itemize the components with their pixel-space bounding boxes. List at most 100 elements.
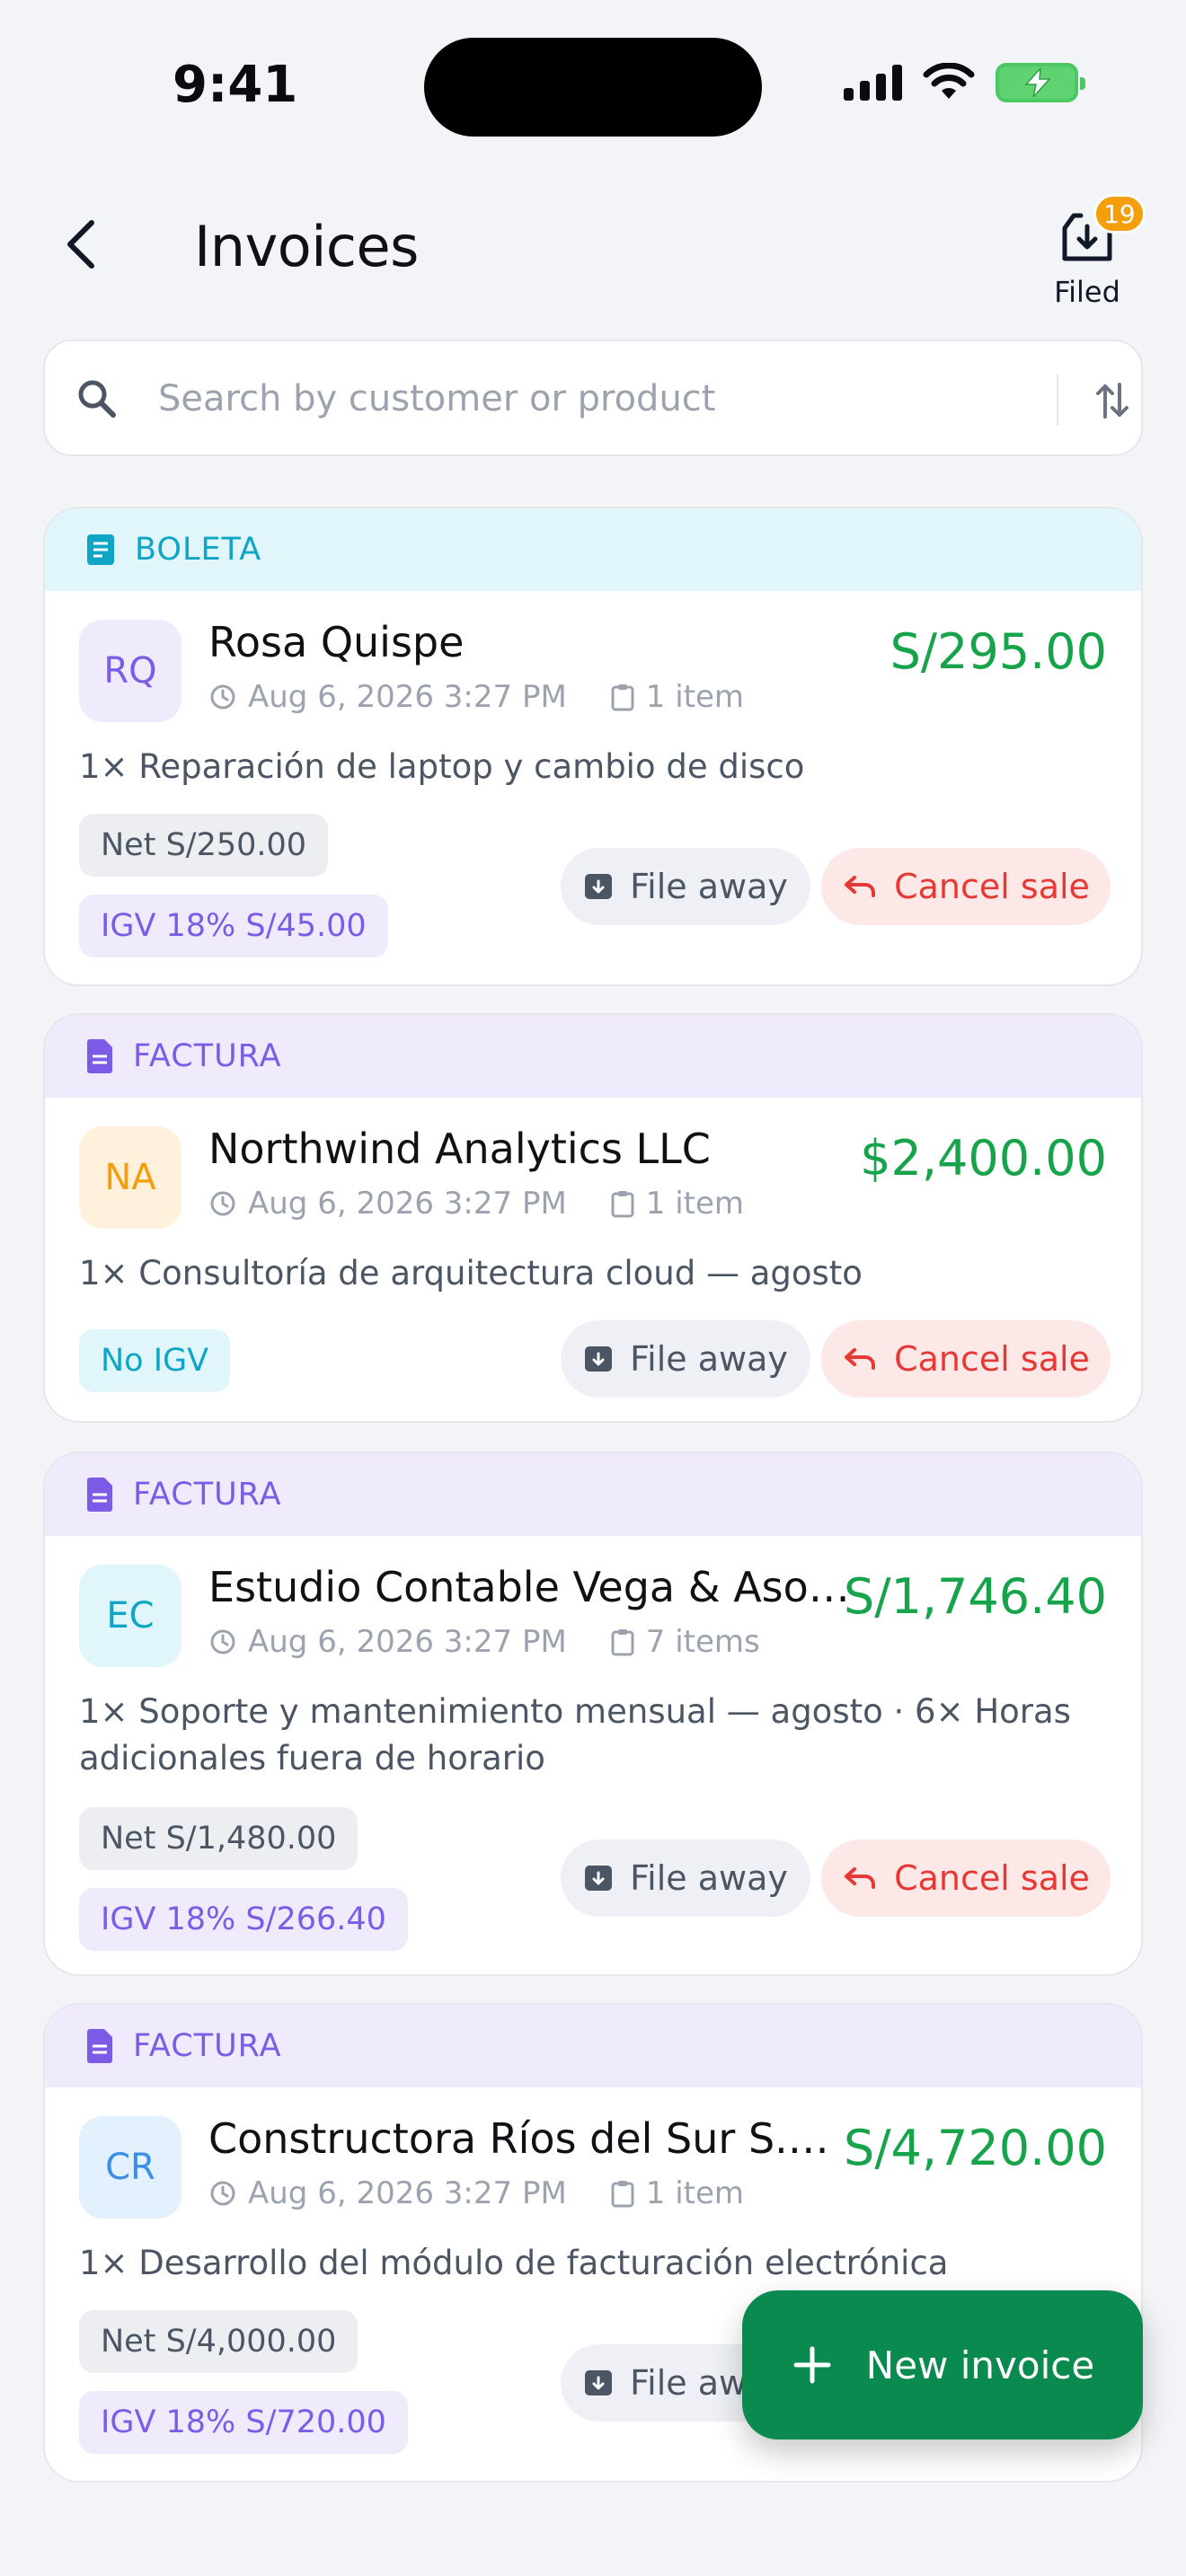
- undo-icon: [845, 1867, 876, 1889]
- status-time: 9:41: [173, 56, 298, 114]
- clipboard-icon: [611, 684, 634, 711]
- clipboard-icon: [611, 1191, 634, 1218]
- invoice-description: 1× Desarrollo del módulo de facturación …: [79, 2244, 949, 2282]
- clock-icon: [210, 1629, 235, 1654]
- sort-button[interactable]: [1087, 375, 1137, 426]
- invoice-amount: S/4,720.00: [844, 2120, 1107, 2176]
- clock-icon: [210, 684, 235, 710]
- clipboard-icon: [611, 2181, 634, 2208]
- filed-button[interactable]: 19 Filed: [1033, 194, 1146, 313]
- file-away-button[interactable]: File away: [561, 848, 810, 925]
- document-icon: [87, 1478, 112, 1512]
- invoice-card[interactable]: FACTURA EC Estudio Contable Vega & Asoci…: [43, 1451, 1143, 1976]
- invoice-description: 1× Reparación de laptop y cambio de disc…: [79, 747, 805, 786]
- filed-label: Filed: [1054, 275, 1120, 309]
- undo-icon: [845, 876, 876, 897]
- new-invoice-button[interactable]: New invoice: [742, 2290, 1143, 2439]
- invoice-meta: Aug 6, 2026 3:27 PM 1 item: [208, 1186, 744, 1222]
- invoice-date: Aug 6, 2026 3:27 PM: [248, 1186, 567, 1222]
- archive-box-icon: [585, 1866, 613, 1891]
- archive-box-icon: [585, 1346, 613, 1372]
- document-icon: [87, 1039, 112, 1073]
- customer-name: Constructora Ríos del Sur S.A.C.: [208, 2114, 855, 2163]
- customer-name: Northwind Analytics LLC: [208, 1125, 711, 1173]
- archive-box-icon: [585, 874, 613, 899]
- invoice-description: 1× Consultoría de arquitectura cloud — a…: [79, 1254, 863, 1292]
- item-count: 1 item: [645, 2175, 745, 2211]
- clipboard-icon: [611, 1629, 634, 1656]
- clock-icon: [210, 1191, 235, 1216]
- item-count: 7 items: [645, 1624, 760, 1660]
- receipt-icon: [87, 534, 114, 565]
- invoice-type-label: FACTURA: [133, 1038, 282, 1074]
- file-away-label: File away: [630, 1858, 788, 1898]
- file-away-label: File away: [630, 1339, 788, 1379]
- cellular-signal-icon: [844, 65, 902, 101]
- invoice-meta: Aug 6, 2026 3:27 PM 1 item: [208, 679, 744, 715]
- status-icons: [844, 63, 1085, 102]
- new-invoice-label: New invoice: [865, 2342, 1095, 2387]
- archive-box-icon: [585, 2370, 613, 2395]
- battery-charging-icon: [996, 63, 1085, 102]
- customer-name: Estudio Contable Vega & Asociados: [208, 1563, 855, 1611]
- invoice-amount: S/1,746.40: [844, 1568, 1107, 1625]
- avatar: RQ: [79, 620, 181, 722]
- cancel-sale-button[interactable]: Cancel sale: [821, 1320, 1111, 1398]
- sort-arrows-icon: [1096, 383, 1128, 419]
- dynamic-island: [424, 38, 762, 137]
- net-amount-chip: Net S/4,000.00: [79, 2310, 358, 2373]
- net-amount-chip: Net S/250.00: [79, 814, 329, 877]
- clock-icon: [210, 2181, 235, 2206]
- customer-name: Rosa Quispe: [208, 618, 465, 666]
- file-away-label: File away: [630, 867, 788, 906]
- invoice-amount: S/295.00: [890, 623, 1107, 680]
- page-title: Invoices: [194, 214, 419, 279]
- status-bar: 9:41: [0, 0, 1186, 171]
- search-bar: [43, 340, 1143, 456]
- net-amount-chip: Net S/1,480.00: [79, 1807, 358, 1870]
- search-input[interactable]: [158, 366, 1021, 431]
- invoice-date: Aug 6, 2026 3:27 PM: [248, 2175, 567, 2211]
- invoice-amount: $2,400.00: [860, 1130, 1107, 1187]
- invoice-card[interactable]: BOLETA RQ Rosa Quispe S/295.00 Aug 6, 20…: [43, 507, 1143, 986]
- wifi-icon: [923, 63, 975, 99]
- cancel-sale-button[interactable]: Cancel sale: [821, 848, 1111, 925]
- cancel-sale-button[interactable]: Cancel sale: [821, 1839, 1111, 1917]
- invoice-type-label: FACTURA: [133, 2028, 282, 2064]
- item-count: 1 item: [645, 679, 745, 715]
- tax-chip: No IGV: [79, 1329, 231, 1392]
- tax-chip: IGV 18% S/45.00: [79, 895, 388, 957]
- tax-chip: IGV 18% S/266.40: [79, 1888, 408, 1951]
- undo-icon: [845, 1348, 876, 1370]
- invoice-description: 1× Soporte y mantenimiento mensual — ago…: [79, 1692, 1071, 1778]
- avatar: NA: [79, 1126, 181, 1229]
- file-away-button[interactable]: File away: [561, 1839, 810, 1917]
- filed-count-badge: 19: [1093, 194, 1146, 234]
- avatar: CR: [79, 2116, 181, 2219]
- back-button[interactable]: [45, 208, 117, 280]
- invoice-type-header: BOLETA: [45, 508, 1141, 591]
- invoice-type-header: FACTURA: [45, 2005, 1141, 2087]
- cancel-sale-label: Cancel sale: [894, 867, 1090, 906]
- plus-icon: [793, 2346, 831, 2384]
- invoice-meta: Aug 6, 2026 3:27 PM 7 items: [208, 1624, 760, 1660]
- search-divider: [1057, 374, 1058, 426]
- header: Invoices 19 Filed: [0, 180, 1186, 314]
- search-icon: [78, 380, 116, 418]
- invoice-date: Aug 6, 2026 3:27 PM: [248, 679, 567, 715]
- invoice-meta: Aug 6, 2026 3:27 PM 1 item: [208, 2175, 744, 2211]
- chevron-left-icon: [67, 220, 94, 269]
- document-icon: [87, 2029, 112, 2063]
- tax-chip: IGV 18% S/720.00: [79, 2391, 408, 2454]
- invoice-type-label: FACTURA: [133, 1477, 282, 1513]
- item-count: 1 item: [645, 1186, 745, 1222]
- avatar: EC: [79, 1565, 181, 1667]
- cancel-sale-label: Cancel sale: [894, 1339, 1090, 1379]
- invoice-type-label: BOLETA: [135, 532, 262, 568]
- file-away-button[interactable]: File away: [561, 1320, 810, 1398]
- cancel-sale-label: Cancel sale: [894, 1858, 1090, 1898]
- invoice-type-header: FACTURA: [45, 1015, 1141, 1098]
- invoice-type-header: FACTURA: [45, 1453, 1141, 1536]
- invoice-card[interactable]: FACTURA NA Northwind Analytics LLC $2,40…: [43, 1013, 1143, 1423]
- invoice-date: Aug 6, 2026 3:27 PM: [248, 1624, 567, 1660]
